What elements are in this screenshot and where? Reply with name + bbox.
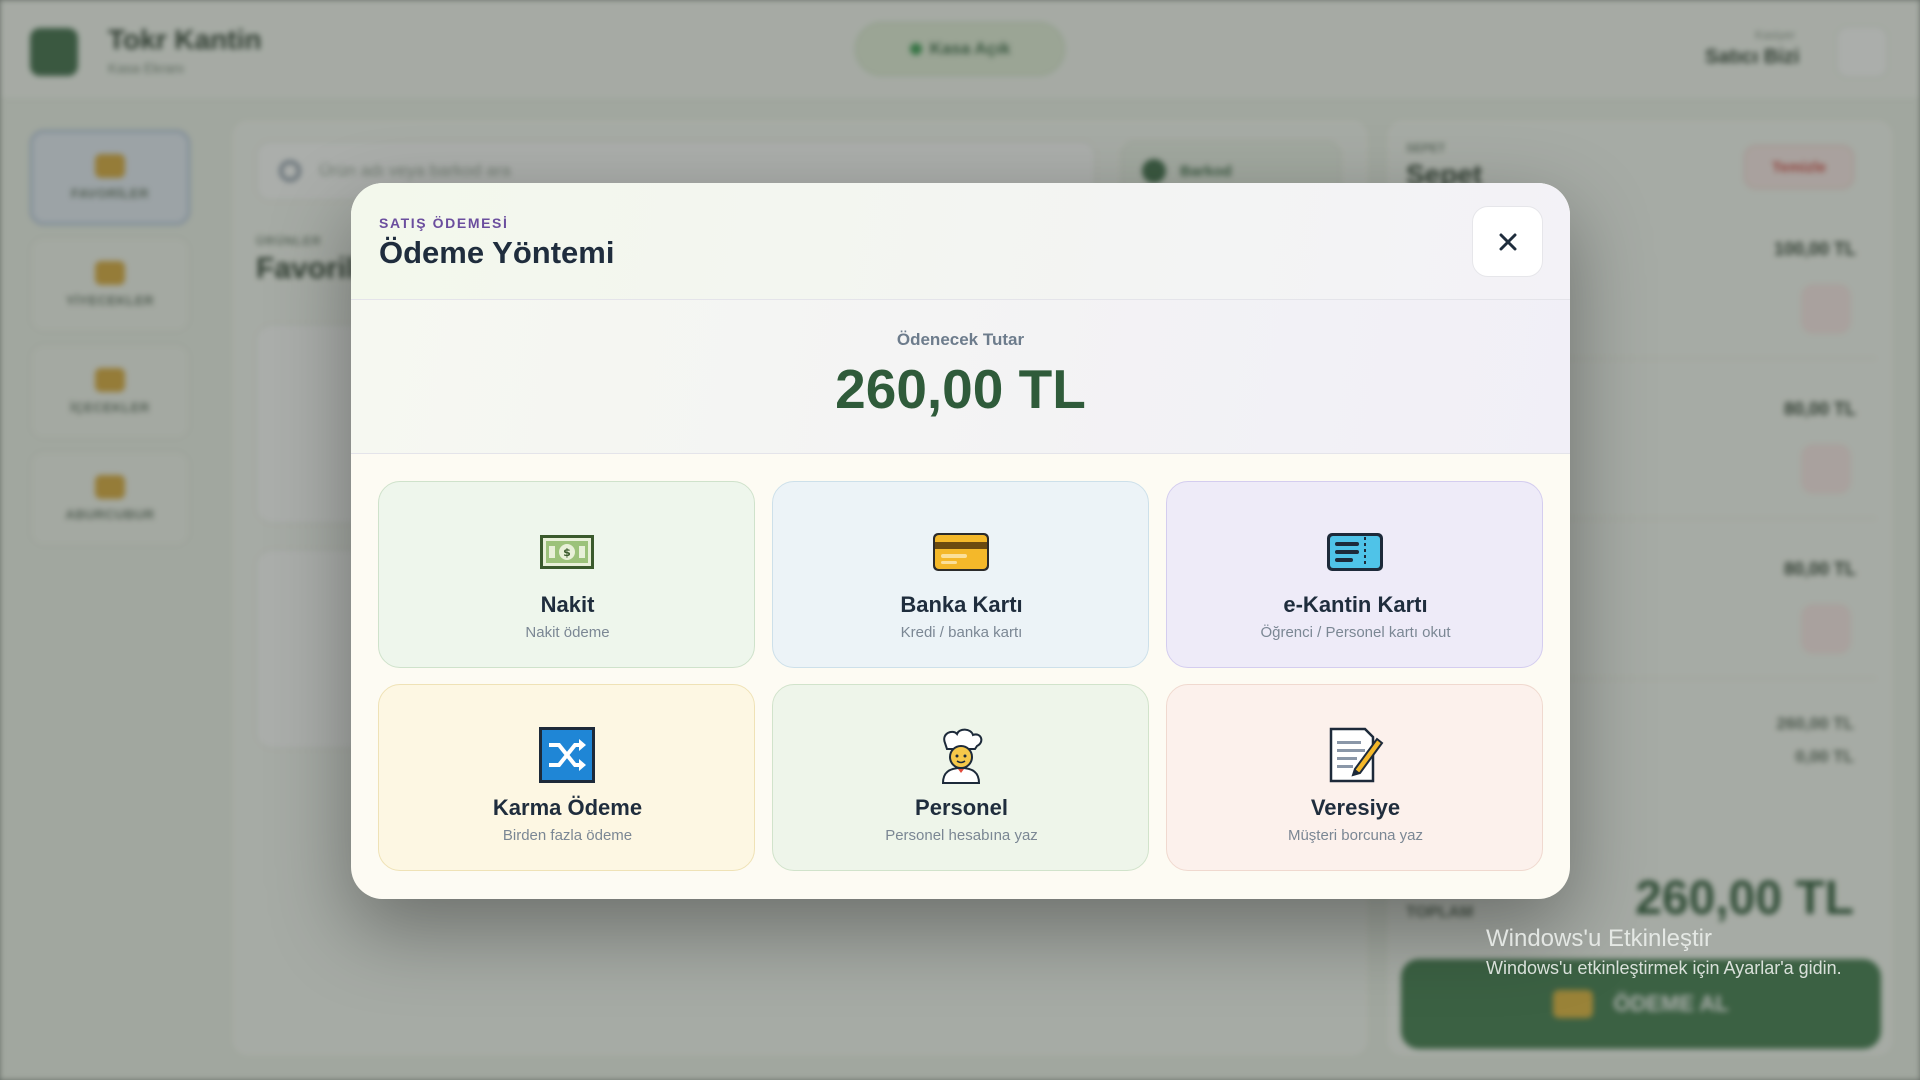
cash-icon: $ — [540, 535, 594, 569]
payment-method-grid: $ Nakit Nakit ödeme Banka Kartı Kredi / … — [378, 481, 1543, 871]
amount-summary: Ödenecek Tutar 260,00 TL — [351, 300, 1570, 454]
modal-header: SATIŞ ÖDEMESİ Ödeme Yöntemi — [351, 183, 1570, 300]
payment-method-subtitle: Müşteri borcuna yaz — [1287, 827, 1424, 844]
amount-label: Ödenecek Tutar — [896, 330, 1025, 349]
payment-method-subtitle: Öğrenci / Personel kartı okut — [1260, 624, 1451, 641]
payment-method-bank-card[interactable]: Banka Kartı Kredi / banka kartı — [772, 481, 1149, 668]
payment-method-modal: SATIŞ ÖDEMESİ Ödeme Yöntemi Ödenecek Tut… — [351, 183, 1570, 899]
payment-method-credit[interactable]: Veresiye Müşteri borcuna yaz — [1166, 684, 1543, 871]
windows-activation-subtitle: Windows'u etkinleştirmek için Ayarlar'a … — [1486, 958, 1842, 978]
amount-value: 260,00 TL — [835, 358, 1086, 420]
payment-method-subtitle: Kredi / banka kartı — [900, 624, 1023, 641]
payment-method-title: Veresiye — [1310, 795, 1401, 820]
payment-method-title: Nakit — [540, 592, 595, 617]
windows-activation-title: Windows'u Etkinleştir — [1486, 925, 1712, 952]
payment-method-title: Karma Ödeme — [492, 795, 643, 820]
payment-method-title: Banka Kartı — [900, 592, 1023, 617]
modal-title: Ödeme Yöntemi — [379, 235, 615, 270]
payment-method-subtitle: Birden fazla ödeme — [502, 827, 633, 844]
cook-icon — [941, 728, 983, 784]
close-icon — [1499, 233, 1516, 250]
payment-method-staff[interactable]: Personel Personel hesabına yaz — [772, 684, 1149, 871]
modal-kicker: SATIŞ ÖDEMESİ — [379, 215, 509, 231]
payment-method-title: Personel — [915, 795, 1008, 820]
payment-method-cash[interactable]: $ Nakit Nakit ödeme — [378, 481, 755, 668]
payment-method-subtitle: Personel hesabına yaz — [885, 827, 1038, 844]
credit-card-icon — [933, 533, 989, 571]
memo-icon — [1329, 727, 1384, 783]
payment-method-subtitle: Nakit ödeme — [525, 624, 610, 641]
ticket-card-icon — [1327, 533, 1383, 571]
payment-method-e-kantin-card[interactable]: e-Kantin Kartı Öğrenci / Personel kartı … — [1166, 481, 1543, 668]
svg-text:$: $ — [563, 546, 571, 559]
close-button[interactable] — [1472, 206, 1543, 277]
shuffle-icon — [539, 727, 595, 783]
payment-method-title: e-Kantin Kartı — [1283, 592, 1428, 617]
payment-method-mixed[interactable]: Karma Ödeme Birden fazla ödeme — [378, 684, 755, 871]
